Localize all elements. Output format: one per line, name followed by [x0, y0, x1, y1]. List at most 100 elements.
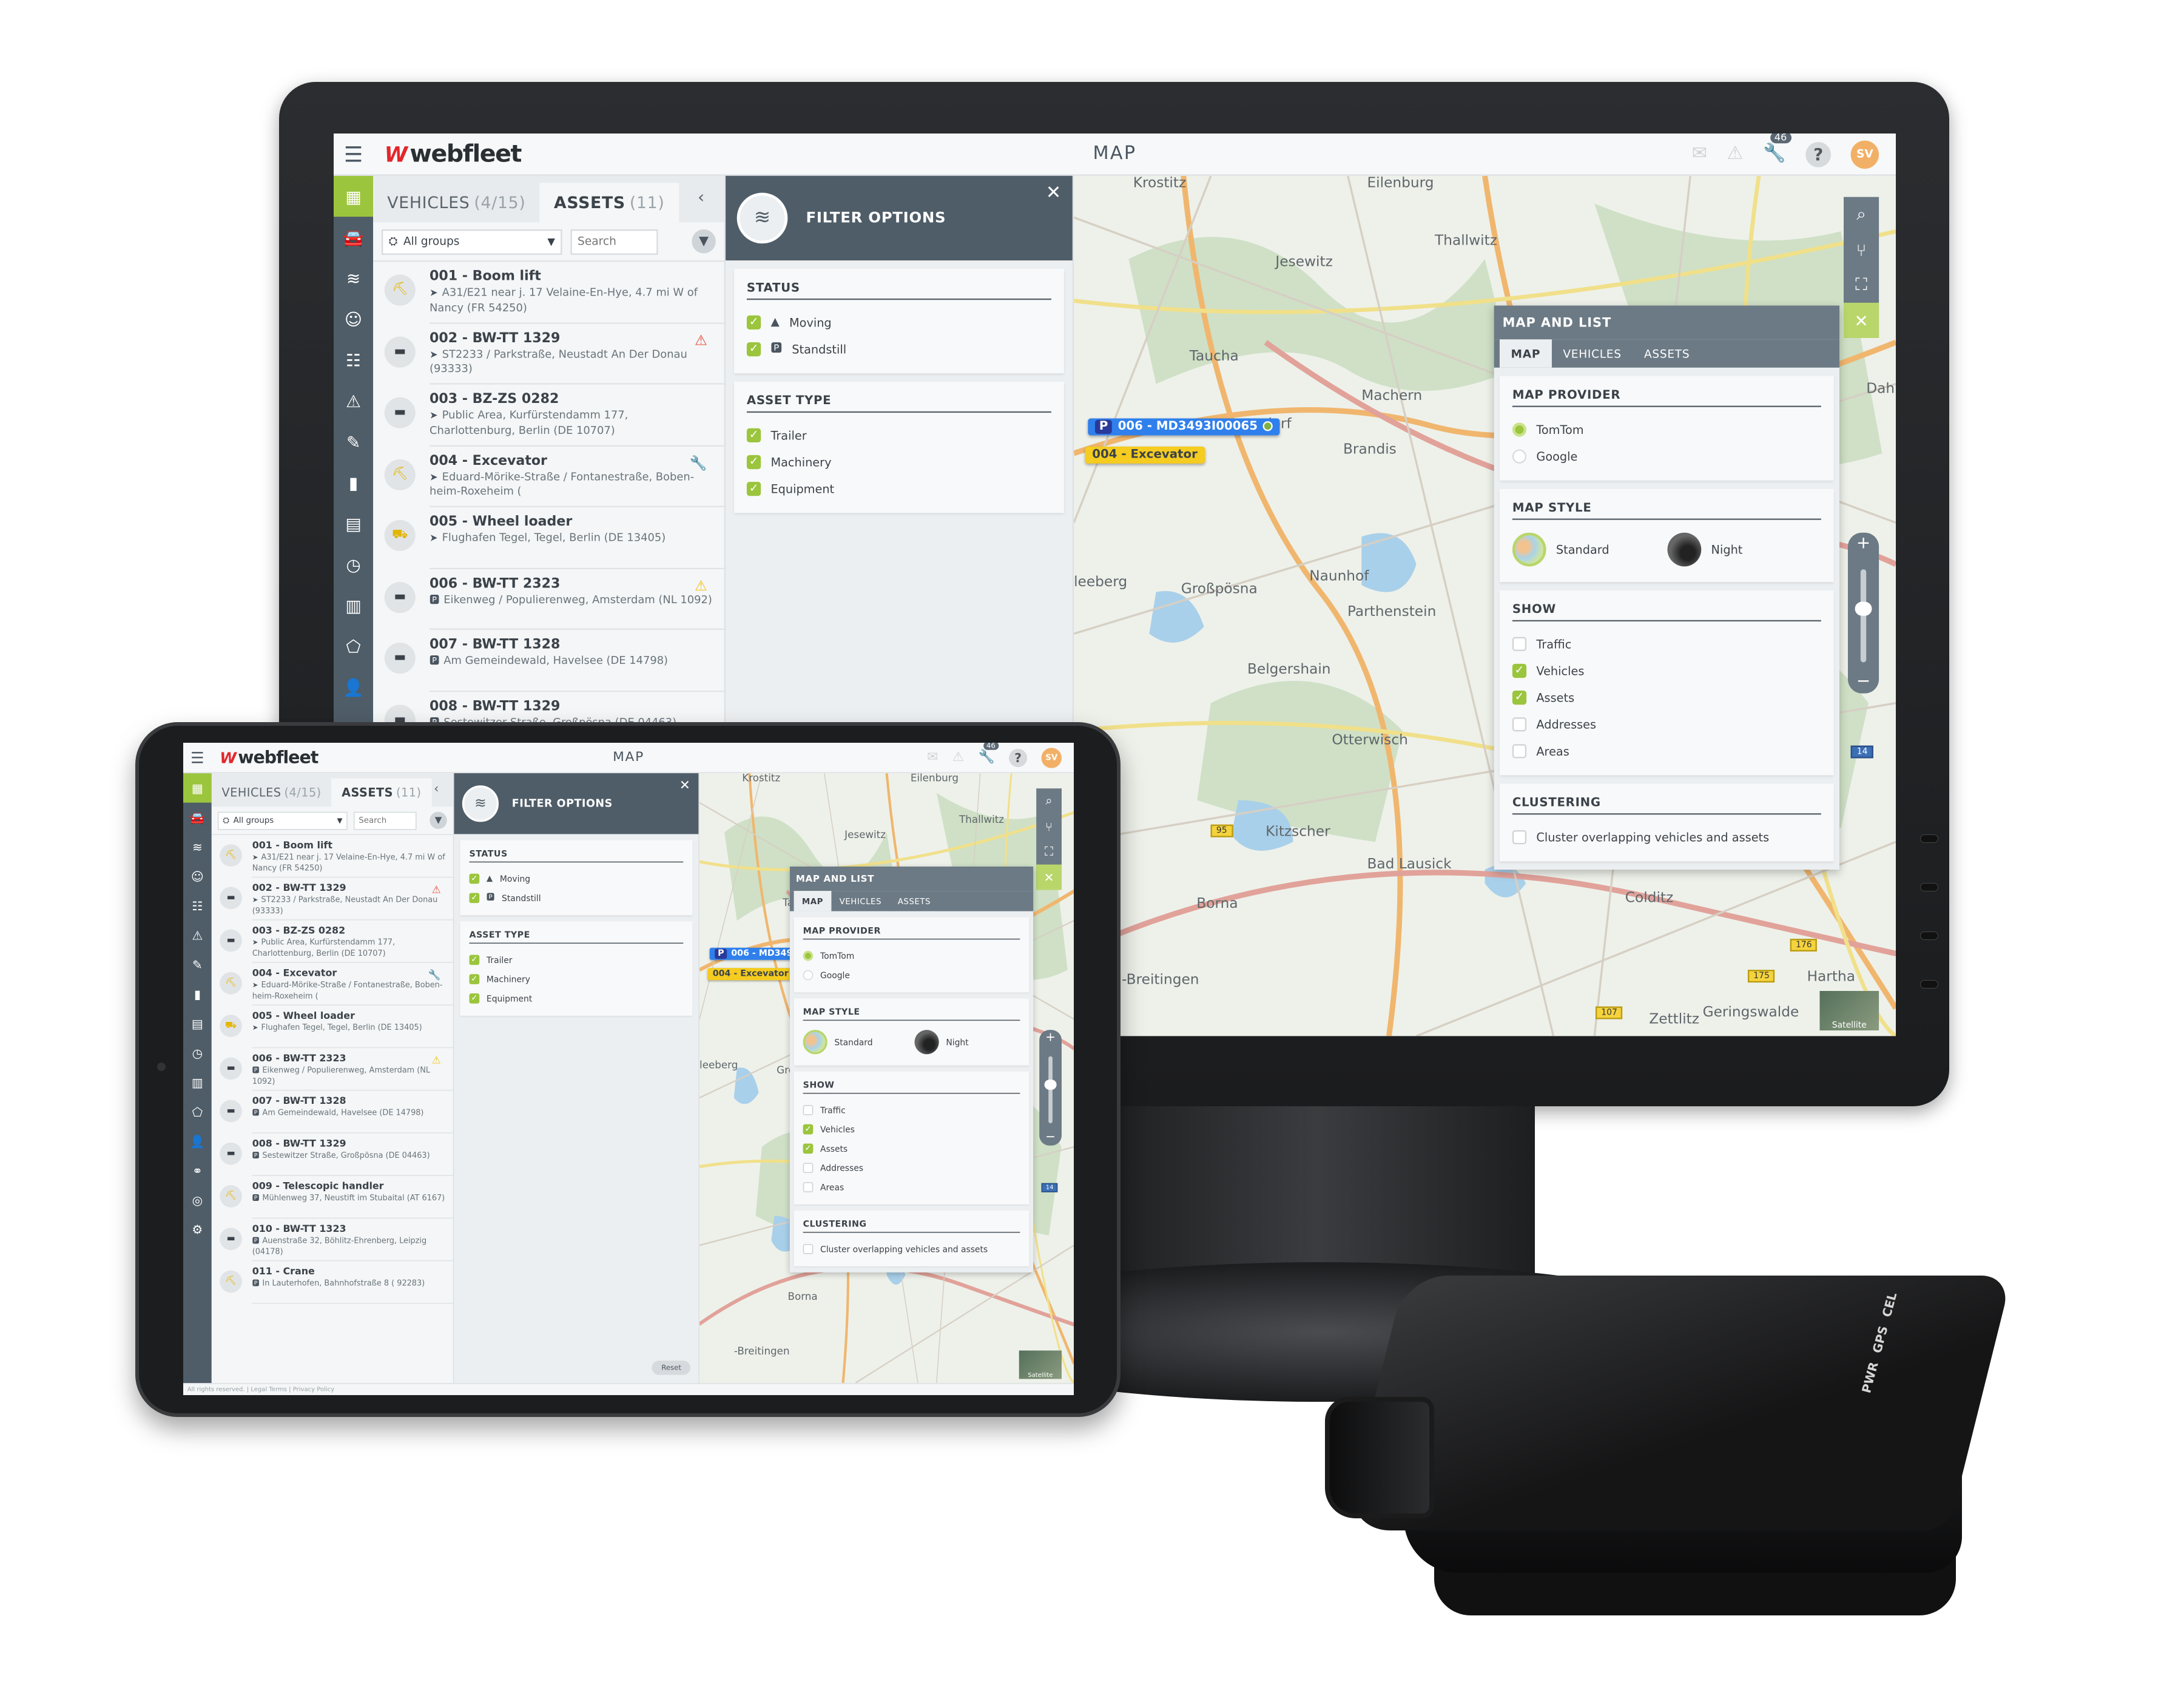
zoom-handle[interactable]	[1855, 601, 1872, 616]
person-icon[interactable]: 👤	[334, 666, 373, 707]
trailer-checkbox[interactable]: ✓ Trailer	[746, 421, 1051, 448]
filter-button[interactable]: ▼	[430, 811, 447, 830]
map-marker-004[interactable]: 004 - Excevator	[707, 968, 794, 981]
list-item[interactable]: ▬ 008 - BW-TT 1329🅿Sestewitzer Straße, Gr…	[212, 1134, 453, 1176]
reset-button[interactable]: Reset	[652, 1361, 690, 1375]
map-marker-004[interactable]: 004 - Excevator	[1085, 446, 1205, 464]
tab-map[interactable]: MAP	[1499, 339, 1552, 368]
list-item[interactable]: ⛏ 004 - Excevator ➤ Eduard-Mörike-Straße / …	[373, 446, 724, 507]
zoom-slider[interactable]: + −	[1039, 1030, 1062, 1146]
equipment-checkbox[interactable]: ✓ Equipment	[469, 989, 684, 1008]
tomtom-radio[interactable]: TomTom	[1512, 416, 1821, 442]
help-icon[interactable]: ?	[1009, 748, 1028, 767]
list-item[interactable]: ⛏ 011 - Crane🅿In Lauterhofen, Bahnhofstra…	[212, 1261, 453, 1304]
map-icon[interactable]: ▦	[334, 175, 374, 217]
tab-vehicles[interactable]: VEHICLES	[1552, 339, 1633, 367]
list-item[interactable]: ⛏ 009 - Telescopic handler 🅿Mühlenweg 37, …	[212, 1176, 453, 1219]
route-icon[interactable]: ⑂	[1844, 232, 1879, 268]
traffic-checkbox[interactable]: Traffic	[1512, 630, 1821, 657]
zoom-handle[interactable]	[1044, 1080, 1057, 1090]
zoom-in-button[interactable]: +	[1039, 1030, 1062, 1044]
car-icon[interactable]: 🚘	[183, 803, 212, 832]
polygon-icon[interactable]: ⬠	[334, 626, 373, 666]
zoom-slider[interactable]: + −	[1847, 532, 1879, 694]
list-item[interactable]: ⛟ 005 - Wheel loader ➤ Flughafen Tegel, Teg…	[373, 507, 724, 569]
asset-icon[interactable]: ≋	[334, 258, 373, 299]
wrench-icon[interactable]: ✎	[334, 421, 373, 462]
list-item[interactable]: ⛏ 001 - Boom lift ➤ A31/E21 near j. 17 Vela…	[212, 835, 453, 878]
zoom-out-button[interactable]: −	[1848, 671, 1879, 691]
status-standstill-checkbox[interactable]: ✓ 🅿 Standstill	[746, 335, 1051, 362]
tab-assets[interactable]: ASSETS	[889, 891, 939, 911]
tab-assets[interactable]: ASSETS (11)	[331, 778, 432, 807]
fit-vehicles-icon[interactable]: ⛶	[1036, 839, 1062, 865]
night-style-swatch[interactable]	[1667, 532, 1702, 567]
wrench-icon[interactable]: 🔧 46	[1763, 134, 1791, 164]
close-icon[interactable]: ✕	[1844, 302, 1879, 338]
machinery-checkbox[interactable]: ✓ Machinery	[469, 969, 684, 989]
legal-terms-link[interactable]: Legal Terms	[251, 1386, 287, 1393]
map-view[interactable]: Krostitz Eilenburg Jesewitz Thallwitz Ta…	[699, 773, 1074, 1384]
wrench-icon[interactable]: 🔧 46	[979, 743, 999, 765]
status-standstill-checkbox[interactable]: ✓ 🅿 Standstill	[469, 888, 684, 907]
pdf-icon[interactable]: ▤	[334, 503, 373, 544]
warning-icon[interactable]: ⚠	[183, 921, 212, 950]
list-item[interactable]: ▬ 002 - BW-TT 1329 ➤ ST2233 / Parkstraße, N…	[212, 877, 453, 921]
zoom-in-button[interactable]: +	[1848, 533, 1879, 553]
avatar[interactable]: SV	[1850, 140, 1879, 168]
clock-icon[interactable]: ◷	[183, 1038, 212, 1067]
driver-icon[interactable]: ☺	[334, 299, 373, 339]
satellite-toggle[interactable]: Satellite	[1819, 990, 1879, 1031]
gear-icon[interactable]: ⚙	[183, 1214, 212, 1243]
satellite-toggle[interactable]: Satellite	[1019, 1350, 1062, 1379]
tab-assets[interactable]: ASSETS (11)	[539, 183, 679, 223]
list-item[interactable]: ▬ 006 - BW-TT 2323 🅿 Eikenweg / Populierenw…	[373, 569, 724, 630]
machinery-checkbox[interactable]: ✓ Machinery	[746, 448, 1051, 475]
clipboard-icon[interactable]: ☷	[183, 891, 212, 920]
night-style-swatch[interactable]	[914, 1030, 939, 1055]
building-icon[interactable]: ▥	[334, 585, 373, 626]
group-select[interactable]: ⛭ All groups ▼	[382, 228, 562, 254]
person-icon[interactable]: 👤	[183, 1126, 212, 1155]
tab-assets[interactable]: ASSETS	[1633, 339, 1701, 367]
list-item[interactable]: ⛏ 001 - Boom lift ➤ A31/E21 near j. 17 Vela…	[373, 262, 724, 323]
tab-map[interactable]: MAP	[794, 891, 832, 911]
status-moving-checkbox[interactable]: ✓ ▲ Moving	[469, 868, 684, 888]
list-item[interactable]: ▬ 003 - BZ-ZS 0282 ➤ Public Area, Kurfürste…	[212, 921, 453, 963]
logo[interactable]: Wwebfleet	[385, 140, 522, 167]
clipboard-icon[interactable]: ☷	[334, 339, 373, 380]
mail-icon[interactable]: ✉	[927, 750, 938, 765]
list-item[interactable]: ▬ 010 - BW-TT 1323 🅿Auenstraße 32, Böhlitz…	[212, 1219, 453, 1262]
chart-icon[interactable]: ▮	[183, 979, 212, 1009]
google-radio[interactable]: Google	[803, 965, 1020, 984]
close-icon[interactable]: ✕	[679, 779, 690, 794]
vehicles-checkbox[interactable]: ✓ Vehicles	[803, 1119, 1020, 1138]
zoom-out-button[interactable]: −	[1039, 1129, 1062, 1143]
list-item[interactable]: ⛏ 004 - Excevator ➤ Eduard-Mörike-Straße / …	[212, 963, 453, 1006]
route-icon[interactable]: ⑂	[1036, 814, 1062, 839]
list-item[interactable]: ▬ 003 - BZ-ZS 0282 ➤ Public Area, Kurfürste…	[373, 385, 724, 446]
standard-style-swatch[interactable]	[1512, 532, 1546, 567]
list-item[interactable]: ▬ 007 - BW-TT 1328 🅿 Am Gemeindewald, Havel…	[373, 630, 724, 691]
map-view[interactable]: Krostitz Eilenburg Jesewitz Thallwitz Ta…	[1074, 175, 1896, 1036]
areas-checkbox[interactable]: Areas	[1512, 737, 1821, 764]
warning-icon[interactable]: ⚠	[334, 380, 373, 421]
tomtom-radio[interactable]: TomTom	[803, 945, 1020, 965]
logo[interactable]: Wwebfleet	[220, 748, 318, 768]
filter-button[interactable]: ▼	[692, 229, 716, 254]
vehicles-checkbox[interactable]: ✓ Vehicles	[1512, 657, 1821, 683]
search-input[interactable]	[570, 228, 658, 254]
fit-vehicles-icon[interactable]: ⛶	[1844, 268, 1879, 303]
warning-icon[interactable]: ⚠	[1727, 143, 1743, 164]
tab-vehicles[interactable]: VEHICLES	[831, 891, 889, 911]
traffic-checkbox[interactable]: Traffic	[803, 1100, 1020, 1120]
polygon-icon[interactable]: ⬠	[183, 1097, 212, 1126]
mail-icon[interactable]: ✉	[1692, 143, 1707, 164]
list-item[interactable]: ▬ 007 - BW-TT 1328 🅿 Am Gemeindewald, Havel…	[212, 1090, 453, 1134]
wrench-icon[interactable]: ✎	[183, 950, 212, 979]
asset-icon[interactable]: ≋	[183, 832, 212, 861]
close-icon[interactable]: ✕	[1046, 183, 1061, 204]
search-icon[interactable]: ⌕	[1844, 197, 1879, 232]
collapse-panel-button[interactable]: ‹	[698, 187, 704, 207]
building-icon[interactable]: ▥	[183, 1067, 212, 1097]
